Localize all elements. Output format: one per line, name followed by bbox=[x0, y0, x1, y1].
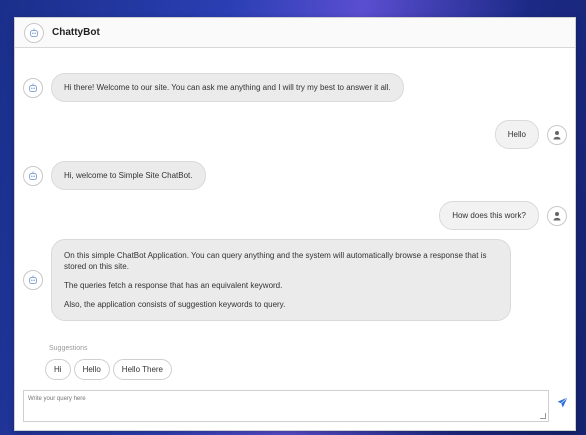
bot-message: Hi there! Welcome to our site. You can a… bbox=[23, 73, 404, 102]
message-bubble: On this simple ChatBot Application. You … bbox=[51, 239, 511, 321]
message-line: Also, the application consists of sugges… bbox=[64, 300, 286, 309]
message-line: The queries fetch a response that has an… bbox=[64, 281, 283, 290]
chat-window: ChattyBot Hi there! Welcome to our site.… bbox=[14, 17, 576, 431]
query-input[interactable] bbox=[24, 391, 548, 421]
bot-message: Hi, welcome to Simple Site ChatBot. bbox=[23, 161, 206, 190]
user-message: Hello bbox=[494, 120, 567, 149]
bot-message: On this simple ChatBot Application. You … bbox=[23, 239, 511, 321]
user-message: How does this work? bbox=[439, 201, 567, 230]
suggestions-list: Hi Hello Hello There bbox=[45, 359, 173, 380]
resize-handle[interactable] bbox=[540, 413, 546, 419]
suggestion-chip[interactable]: Hello There bbox=[112, 359, 173, 380]
query-input-box bbox=[23, 390, 549, 422]
send-button[interactable] bbox=[556, 395, 568, 413]
message-bubble: Hello bbox=[494, 120, 539, 149]
paper-plane-icon bbox=[557, 395, 568, 413]
bot-face-icon bbox=[23, 270, 43, 290]
message-bubble: Hi, welcome to Simple Site ChatBot. bbox=[51, 161, 206, 190]
suggestions-label: Suggestions bbox=[49, 345, 88, 352]
suggestion-chip[interactable]: Hello bbox=[73, 359, 110, 380]
message-bubble: How does this work? bbox=[439, 201, 539, 230]
message-bubble: Hi there! Welcome to our site. You can a… bbox=[51, 73, 404, 102]
chat-header: ChattyBot bbox=[15, 18, 575, 48]
message-line: On this simple ChatBot Application. You … bbox=[64, 251, 487, 271]
bot-face-icon bbox=[23, 77, 43, 98]
user-person-icon bbox=[547, 124, 567, 145]
bot-face-icon bbox=[23, 165, 43, 186]
bot-face-icon bbox=[24, 22, 44, 43]
user-person-icon bbox=[547, 205, 567, 226]
suggestion-chip[interactable]: Hi bbox=[45, 359, 71, 380]
app-title: ChattyBot bbox=[52, 27, 100, 38]
